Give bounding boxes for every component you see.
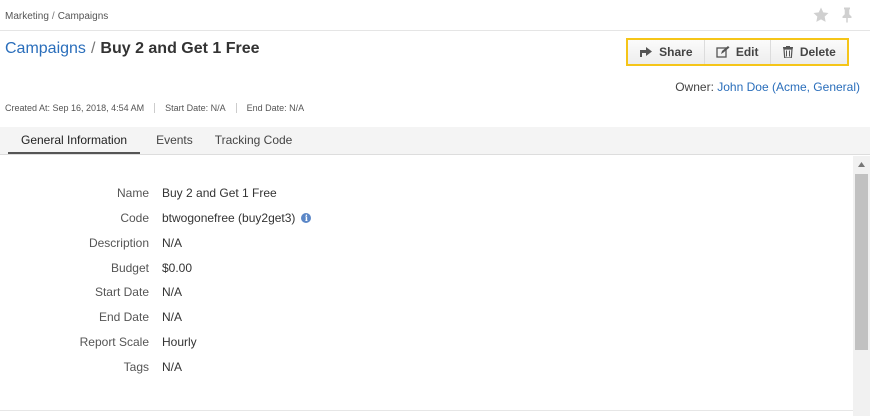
description-value: N/A bbox=[162, 236, 183, 250]
tab-bar: General Information Events Tracking Code bbox=[0, 127, 870, 155]
field-value: btwogonefree (buy2get3) i bbox=[162, 211, 312, 225]
breadcrumb-item-campaigns[interactable]: Campaigns bbox=[58, 11, 109, 22]
field-report-scale: Report Scale Hourly bbox=[0, 335, 800, 355]
budget-value: $0.00 bbox=[162, 261, 193, 275]
field-label: Start Date bbox=[94, 285, 149, 299]
start-date-value: N/A bbox=[162, 285, 183, 299]
field-value: N/A bbox=[162, 236, 182, 250]
title-separator: / bbox=[90, 40, 96, 57]
field-value: N/A bbox=[162, 285, 182, 299]
field-label: Description bbox=[88, 236, 149, 250]
field-label: Report Scale bbox=[79, 335, 149, 349]
breadcrumb-item-marketing[interactable]: Marketing bbox=[5, 11, 49, 22]
field-value: Buy 2 and Get 1 Free bbox=[162, 186, 277, 200]
field-name: Name Buy 2 and Get 1 Free bbox=[0, 186, 800, 206]
vertical-scrollbar[interactable] bbox=[853, 156, 870, 416]
field-end-date: End Date N/A bbox=[0, 310, 800, 330]
edit-label: Edit bbox=[735, 45, 759, 59]
scrollbar-thumb[interactable] bbox=[855, 174, 868, 350]
page-title: Campaigns / Buy 2 and Get 1 Free bbox=[5, 40, 260, 58]
divider bbox=[0, 410, 853, 411]
name-value: Buy 2 and Get 1 Free bbox=[162, 186, 277, 200]
owner-org-link[interactable]: (Acme, General) bbox=[772, 80, 860, 94]
meta-info: Created At: Sep 16, 2018, 4:54 AM Start … bbox=[5, 103, 314, 113]
action-button-group: Share Edit Delete bbox=[626, 38, 849, 66]
campaign-name-title: Buy 2 and Get 1 Free bbox=[100, 40, 260, 57]
info-icon[interactable]: i bbox=[301, 213, 312, 223]
end-date-value: N/A bbox=[162, 310, 183, 324]
field-tags: Tags N/A bbox=[0, 360, 800, 380]
share-label: Share bbox=[659, 45, 693, 59]
field-value: N/A bbox=[162, 310, 182, 324]
scroll-up-arrow-icon[interactable] bbox=[853, 156, 870, 172]
owner-info: Owner: John Doe (Acme, General) bbox=[675, 80, 860, 94]
start-date-meta: Start Date: N/A bbox=[154, 103, 236, 113]
field-code: Code btwogonefree (buy2get3) i bbox=[0, 211, 800, 231]
share-button[interactable]: Share bbox=[628, 40, 705, 64]
field-value: N/A bbox=[162, 360, 182, 374]
owner-name-link[interactable]: John Doe bbox=[717, 80, 768, 94]
report-scale-value: Hourly bbox=[162, 335, 197, 349]
top-bar: Marketing / Campaigns bbox=[0, 0, 870, 31]
field-value: Hourly bbox=[162, 335, 197, 349]
delete-button[interactable]: Delete bbox=[770, 40, 847, 64]
trash-icon bbox=[782, 46, 794, 58]
field-value: $0.00 bbox=[162, 261, 192, 275]
field-label: Budget bbox=[110, 261, 149, 275]
general-information-panel: Name Buy 2 and Get 1 Free Code btwogonef… bbox=[0, 156, 853, 411]
field-description: Description N/A bbox=[0, 236, 800, 256]
breadcrumb: Marketing / Campaigns bbox=[5, 11, 108, 22]
top-icons bbox=[812, 6, 856, 24]
edit-icon bbox=[716, 46, 730, 58]
tags-value: N/A bbox=[162, 360, 183, 374]
delete-label: Delete bbox=[799, 45, 836, 59]
tab-events[interactable]: Events bbox=[156, 127, 193, 154]
title-campaigns-link[interactable]: Campaigns bbox=[5, 40, 86, 57]
edit-button[interactable]: Edit bbox=[704, 40, 771, 64]
field-budget: Budget $0.00 bbox=[0, 261, 800, 281]
field-label: End Date bbox=[98, 310, 149, 324]
owner-label: Owner: bbox=[675, 80, 714, 94]
code-value: btwogonefree (buy2get3) bbox=[162, 211, 296, 225]
field-start-date: Start Date N/A bbox=[0, 285, 800, 305]
tab-tracking-code[interactable]: Tracking Code bbox=[215, 127, 293, 154]
breadcrumb-separator: / bbox=[51, 11, 55, 22]
tab-general-information[interactable]: General Information bbox=[8, 127, 141, 154]
field-label: Code bbox=[120, 211, 149, 225]
field-label: Tags bbox=[123, 360, 149, 374]
star-icon[interactable] bbox=[812, 6, 830, 24]
field-label: Name bbox=[116, 186, 149, 200]
share-icon bbox=[639, 46, 653, 58]
created-at: Created At: Sep 16, 2018, 4:54 AM bbox=[5, 103, 145, 113]
pin-icon[interactable] bbox=[838, 6, 856, 24]
end-date-meta: End Date: N/A bbox=[235, 103, 315, 113]
